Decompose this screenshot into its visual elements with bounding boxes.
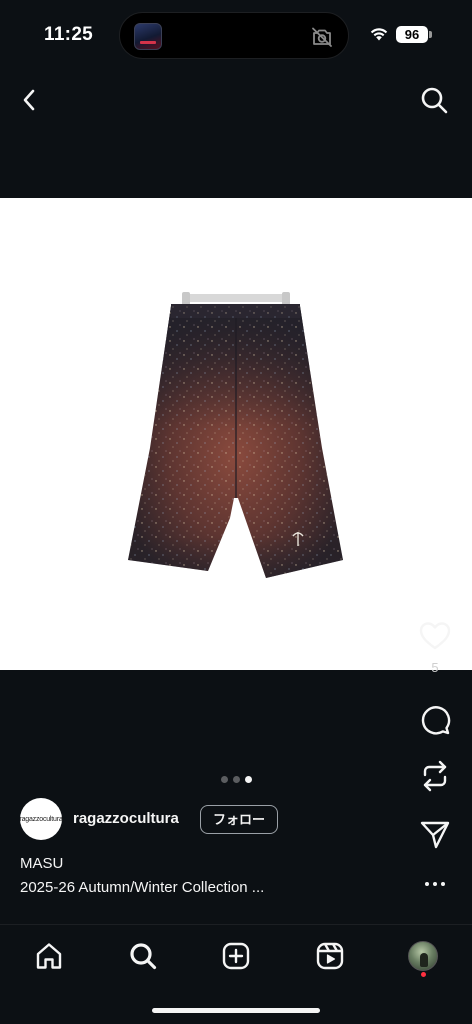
profile-avatar	[408, 941, 438, 971]
repost-button[interactable]	[412, 756, 458, 796]
home-indicator[interactable]	[152, 1008, 320, 1013]
home-icon	[36, 943, 62, 969]
now-playing-thumbnail	[134, 23, 162, 50]
like-button[interactable]	[412, 616, 458, 656]
reels-icon	[316, 942, 344, 970]
camera-off-icon	[312, 27, 332, 47]
comment-button[interactable]	[412, 700, 458, 740]
carousel-indicator	[0, 776, 472, 783]
hanger-bar	[186, 294, 286, 302]
status-time: 11:25	[44, 24, 94, 45]
dynamic-island[interactable]	[119, 12, 349, 59]
back-button[interactable]	[14, 84, 46, 116]
like-count[interactable]: 5	[412, 660, 458, 675]
tab-home[interactable]	[31, 938, 67, 974]
tab-reels[interactable]	[312, 938, 348, 974]
comment-icon	[421, 706, 451, 735]
heart-icon	[419, 622, 451, 650]
carousel-dot	[220, 776, 228, 783]
follow-button[interactable]: フォロー	[200, 805, 278, 834]
chevron-left-icon	[23, 89, 35, 111]
more-dot	[433, 882, 437, 886]
status-bar: 11:25 96	[0, 0, 472, 70]
repost-icon	[423, 760, 447, 792]
tab-profile[interactable]	[405, 938, 441, 974]
post-image[interactable]	[0, 198, 472, 670]
create-icon	[222, 942, 250, 970]
send-icon	[420, 821, 450, 849]
shorts-product-photo	[128, 292, 343, 578]
author-avatar[interactable]: ragazzocultura	[19, 798, 63, 840]
search-icon	[421, 87, 448, 114]
carousel-dot	[232, 776, 240, 783]
search-icon	[130, 943, 157, 970]
notification-dot	[421, 972, 426, 977]
wifi-icon	[370, 28, 388, 41]
battery-indicator: 96	[396, 26, 432, 43]
shorts-garment	[128, 304, 343, 578]
more-options-button[interactable]	[422, 872, 448, 896]
author-username[interactable]: ragazzocultura	[73, 810, 179, 827]
more-dot	[441, 882, 445, 886]
share-button[interactable]	[412, 814, 458, 854]
carousel-dot-active	[244, 776, 252, 783]
tab-create[interactable]	[218, 938, 254, 974]
caption-title[interactable]: MASU	[20, 855, 63, 872]
more-horizontal-icon	[425, 882, 429, 886]
tab-search[interactable]	[125, 938, 161, 974]
caption-text[interactable]: 2025-26 Autumn/Winter Collection ...	[20, 879, 264, 896]
search-button[interactable]	[418, 84, 450, 116]
